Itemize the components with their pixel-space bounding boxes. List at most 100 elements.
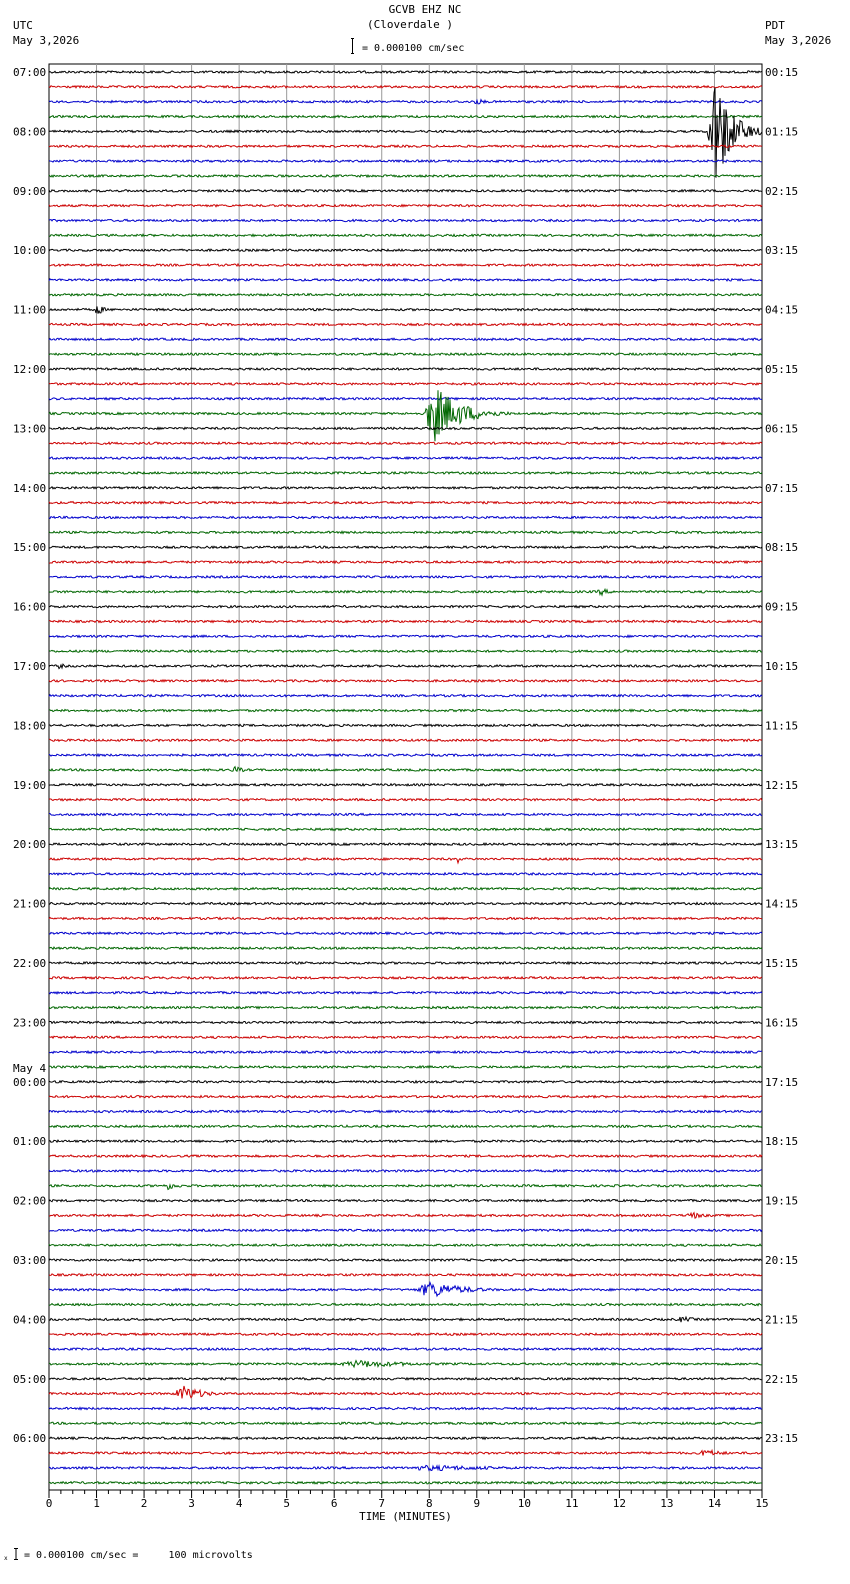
seismic-trace <box>48 277 763 283</box>
utc-hour-label: 23:00 <box>13 1016 46 1029</box>
seismic-trace <box>48 1315 763 1323</box>
seismic-trace <box>48 530 763 535</box>
pdt-hour-label: 02:15 <box>765 185 798 198</box>
seismic-trace <box>48 856 763 865</box>
seismic-trace <box>48 248 763 253</box>
seismic-trace <box>48 723 763 728</box>
seismic-trace <box>48 604 763 609</box>
utc-hour-label: 12:00 <box>13 363 46 376</box>
seismic-trace <box>48 1050 763 1055</box>
seismic-trace <box>48 188 763 193</box>
seismic-trace <box>48 1109 763 1114</box>
seismic-trace <box>48 1124 763 1129</box>
pdt-hour-label: 10:15 <box>765 660 798 673</box>
x-tick-label: 1 <box>93 1497 100 1510</box>
seismic-trace <box>48 1168 763 1174</box>
seismic-trace <box>48 1385 763 1399</box>
seismic-trace <box>48 797 763 802</box>
seismic-trace <box>48 752 763 758</box>
utc-hour-label: 13:00 <box>13 422 46 435</box>
seismic-trace <box>48 1064 763 1070</box>
seismic-trace <box>48 1211 763 1219</box>
seismic-trace <box>48 381 763 386</box>
x-tick-label: 12 <box>613 1497 626 1510</box>
seismic-trace <box>48 441 763 446</box>
x-tick-label: 0 <box>46 1497 53 1510</box>
utc-hour-label: 06:00 <box>13 1432 46 1445</box>
plot-frame <box>48 63 763 1491</box>
seismic-trace <box>48 218 763 223</box>
utc-hour-label: 18:00 <box>13 719 46 732</box>
x-tick-label: 13 <box>660 1497 673 1510</box>
seismic-trace <box>48 144 763 149</box>
utc-hour-label: 10:00 <box>13 244 46 257</box>
seismic-trace <box>48 84 763 89</box>
seismic-trace <box>48 812 763 817</box>
seismic-trace <box>48 871 763 876</box>
pdt-hour-label: 00:15 <box>765 66 798 79</box>
seismic-trace <box>48 678 763 683</box>
seismic-trace <box>48 322 763 327</box>
seismic-trace <box>48 262 763 268</box>
x-tick-label: 6 <box>331 1497 338 1510</box>
pdt-hour-label: 17:15 <box>765 1076 798 1089</box>
seismic-trace <box>48 1480 763 1485</box>
pdt-hour-label: 16:15 <box>765 1016 798 1029</box>
seismic-trace <box>48 456 763 461</box>
seismic-trace <box>48 648 763 654</box>
pdt-hour-label: 14:15 <box>765 898 798 911</box>
seismic-trace <box>48 337 763 342</box>
x-tick-label: 9 <box>473 1497 480 1510</box>
footer-scale-icon: x <box>4 1546 20 1562</box>
seismic-trace <box>48 98 763 105</box>
x-tick-label: 5 <box>283 1497 290 1510</box>
seismic-trace <box>48 946 763 951</box>
seismic-trace <box>48 765 763 773</box>
utc-hour-label: 07:00 <box>13 66 46 79</box>
seismic-trace <box>48 426 763 431</box>
pdt-hour-label: 19:15 <box>765 1195 798 1208</box>
seismic-trace <box>48 574 763 580</box>
seismic-trace <box>48 1436 763 1441</box>
utc-hour-label: 14:00 <box>13 482 46 495</box>
pdt-hour-label: 07:15 <box>765 482 798 495</box>
seismic-trace <box>48 173 763 179</box>
pdt-hour-label: 09:15 <box>765 601 798 614</box>
seismic-trace <box>48 1153 763 1159</box>
seismic-trace <box>48 619 763 624</box>
seismic-trace <box>48 842 763 847</box>
seismic-trace <box>48 470 763 475</box>
utc-hour-label: 22:00 <box>13 957 46 970</box>
utc-hour-label: 03:00 <box>13 1254 46 1267</box>
seismic-trace <box>48 1332 763 1337</box>
seismic-trace <box>48 782 763 788</box>
seismic-trace <box>48 1464 763 1472</box>
utc-hour-label: 16:00 <box>13 601 46 614</box>
seismic-trace <box>48 292 763 297</box>
seismic-trace <box>48 1280 763 1298</box>
pdt-hour-label: 13:15 <box>765 838 798 851</box>
utc-hour-label: 17:00 <box>13 660 46 673</box>
x-tick-label: 10 <box>518 1497 531 1510</box>
seismic-trace <box>48 975 763 980</box>
seismic-trace <box>48 158 763 164</box>
utc-hour-label: 11:00 <box>13 304 46 317</box>
seismic-trace <box>48 485 763 490</box>
seismic-trace <box>48 960 763 966</box>
seismogram-plot: 07:00 08:00 09:00 10:00 11:00 12:00 13:00 14:00… <box>13 63 798 1523</box>
seismic-trace <box>48 1183 763 1191</box>
pdt-hour-label: 21:15 <box>765 1313 798 1326</box>
x-tick-label: 11 <box>565 1497 578 1510</box>
seismic-trace <box>48 233 763 238</box>
footer-scale-label: = 0.000100 cm/sec = 100 microvolts <box>24 1550 253 1561</box>
pdt-hour-label: 06:15 <box>765 422 798 435</box>
pdt-hour-label: 12:15 <box>765 779 798 792</box>
seismic-trace <box>48 1005 763 1010</box>
pdt-hour-label: 08:15 <box>765 541 798 554</box>
seismic-trace <box>48 901 763 906</box>
seismic-trace <box>48 1272 763 1278</box>
seismic-trace <box>48 1376 763 1381</box>
seismic-trace <box>48 1257 763 1263</box>
seismic-trace <box>48 203 763 208</box>
pdt-hour-label: 04:15 <box>765 304 798 317</box>
